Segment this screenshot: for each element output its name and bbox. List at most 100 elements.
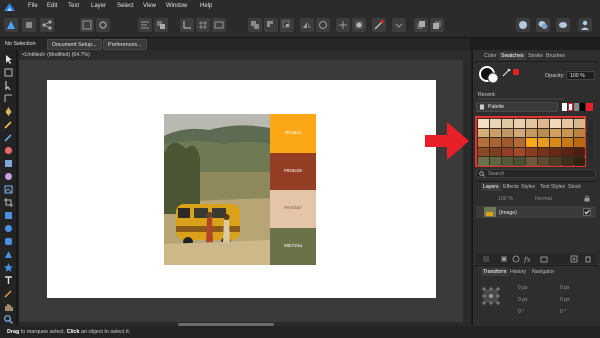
palette-swatch[interactable] — [574, 119, 585, 128]
tab-styles[interactable]: Styles — [521, 184, 535, 190]
transform-h-field[interactable]: 0 px — [560, 297, 569, 303]
dropdown-chevron-icon[interactable] — [392, 18, 406, 32]
boolean-intersect-icon[interactable] — [280, 18, 294, 32]
palette-swatch[interactable] — [514, 138, 525, 147]
palette-swatch[interactable] — [562, 138, 573, 147]
palette-swatch[interactable] — [538, 119, 549, 128]
palette-swatch[interactable] — [490, 147, 501, 157]
transform-rotation-field[interactable]: 0 ° — [518, 309, 524, 315]
arrange-front-icon[interactable] — [414, 18, 428, 32]
palette-swatch[interactable] — [502, 147, 513, 157]
swatch-rust[interactable]: #933e25 — [270, 153, 316, 190]
delete-layer-icon[interactable] — [584, 255, 592, 263]
palette-swatch[interactable] — [478, 128, 489, 138]
zoom-tool-icon[interactable] — [3, 314, 14, 325]
palette-swatch[interactable] — [562, 128, 573, 138]
swatch-orange[interactable]: #fca815 — [270, 114, 316, 153]
palette-swatch[interactable] — [490, 128, 501, 138]
palette-swatch[interactable] — [574, 138, 585, 147]
palette-swatch[interactable] — [526, 147, 537, 157]
recent-swatches-row[interactable] — [478, 98, 564, 100]
corner-tool-icon[interactable] — [3, 93, 14, 104]
artboard-tool-icon[interactable] — [3, 67, 14, 78]
mask-layer-icon[interactable] — [500, 255, 508, 263]
align-icon[interactable] — [138, 18, 152, 32]
tab-text-styles[interactable]: Text Styles — [540, 184, 565, 190]
palette-swatch[interactable] — [550, 138, 561, 147]
persona-designer-button[interactable] — [4, 18, 18, 32]
layer-group-icon[interactable] — [540, 255, 548, 263]
van-photo-image[interactable] — [164, 114, 270, 265]
gear-icon[interactable] — [96, 18, 110, 32]
palette-swatch[interactable] — [490, 157, 501, 166]
palette-swatch[interactable] — [550, 147, 561, 157]
palette-swatch[interactable] — [574, 128, 585, 138]
swatch-beige[interactable]: #e4c5a7 — [270, 190, 316, 228]
palette-swatch[interactable] — [550, 119, 561, 128]
palette-swatch[interactable] — [502, 128, 513, 138]
red-swatch[interactable] — [586, 103, 593, 111]
ellipse-tool-icon[interactable] — [3, 223, 14, 234]
palette-swatch[interactable] — [562, 147, 573, 157]
palette-swatch[interactable] — [538, 147, 549, 157]
move-tool-icon[interactable] — [3, 54, 14, 65]
place-image-tool-icon[interactable] — [3, 184, 14, 195]
fill-stroke-icon[interactable] — [478, 64, 502, 86]
tab-transform[interactable]: Transform — [481, 268, 509, 276]
tab-color[interactable]: Color — [484, 53, 496, 59]
palette-swatch[interactable] — [502, 138, 513, 147]
palette-swatch[interactable] — [538, 128, 549, 138]
menu-file[interactable]: File — [28, 3, 38, 9]
tab-stroke[interactable]: Stroke — [528, 53, 543, 59]
tab-navigator[interactable]: Navigator — [532, 269, 554, 275]
insert-icon[interactable] — [336, 18, 350, 32]
boolean-add-icon[interactable] — [248, 18, 262, 32]
arrange-back-icon[interactable] — [430, 18, 444, 32]
palette-swatch[interactable] — [514, 147, 525, 157]
eyedropper-icon[interactable] — [502, 68, 511, 77]
document-setup-icon[interactable] — [80, 18, 94, 32]
chat-bubble-icon[interactable] — [536, 18, 550, 32]
menu-select[interactable]: Select — [117, 3, 134, 9]
palette-swatch[interactable] — [502, 157, 513, 166]
crop-tool-icon[interactable] — [3, 197, 14, 208]
transform-w-field[interactable]: 0 px — [560, 285, 569, 291]
layer-options-icon[interactable] — [482, 255, 490, 263]
lock-icon[interactable] — [583, 195, 591, 202]
account-icon[interactable] — [578, 18, 592, 32]
palette-swatch[interactable] — [562, 157, 573, 166]
tab-stock[interactable]: Stock — [568, 184, 581, 190]
menu-help[interactable]: Help — [200, 3, 212, 9]
anchor-point-icon[interactable] — [479, 284, 503, 308]
layer-opacity-value[interactable]: 100 % — [498, 196, 513, 202]
palette-swatch[interactable] — [478, 157, 489, 166]
palette-swatch[interactable] — [574, 157, 585, 166]
menu-window[interactable]: Window — [166, 3, 187, 9]
brush-tool-icon[interactable] — [3, 132, 14, 143]
rotate-icon[interactable] — [316, 18, 330, 32]
palette-swatch[interactable] — [562, 119, 573, 128]
fill-tool-icon[interactable] — [3, 145, 14, 156]
palette-swatch-grid[interactable] — [475, 116, 586, 167]
hand-tool-icon[interactable] — [3, 301, 14, 312]
boolean-subtract-icon[interactable] — [264, 18, 278, 32]
clear-swatch[interactable] — [568, 103, 573, 111]
palette-swatch[interactable] — [526, 138, 537, 147]
chat-bubbles-icon[interactable] — [556, 18, 570, 32]
palette-swatch[interactable] — [538, 157, 549, 166]
palette-swatch[interactable] — [478, 119, 489, 128]
document-setup-button[interactable]: Document Setup... — [47, 38, 102, 50]
palette-swatch[interactable] — [502, 119, 513, 128]
tab-swatches[interactable]: Swatches — [499, 52, 526, 60]
palette-swatch[interactable] — [490, 119, 501, 128]
triangle-tool-icon[interactable] — [3, 249, 14, 260]
palette-swatch[interactable] — [514, 119, 525, 128]
color-tool-icon[interactable] — [372, 18, 386, 32]
transparency-tool-icon[interactable] — [3, 171, 14, 182]
palette-swatch[interactable] — [538, 138, 549, 147]
transform-y-field[interactable]: 0 px — [518, 297, 527, 303]
swatch-olive[interactable]: #6b724a — [270, 228, 316, 265]
text-tool-icon[interactable] — [3, 275, 14, 286]
star-tool-icon[interactable] — [3, 262, 14, 273]
effects-fx-icon[interactable]: fx — [524, 255, 534, 263]
